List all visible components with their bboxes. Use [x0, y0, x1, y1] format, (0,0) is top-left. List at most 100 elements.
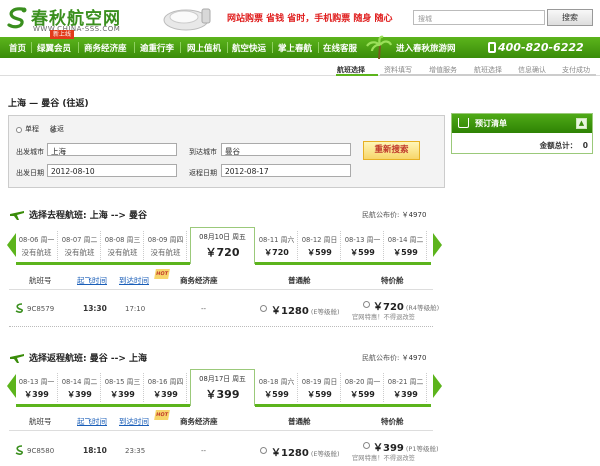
public-fare-value: ￥4970 — [401, 354, 427, 362]
date-option[interactable]: 08-14 周二 ￥599 — [385, 231, 427, 260]
dep-time: 13:30 — [83, 304, 107, 313]
date-option[interactable]: 08-09 周四 没有航班 — [145, 231, 187, 260]
arr-time: 23:35 — [125, 447, 146, 455]
date-label: 08-14 周二 — [387, 236, 424, 244]
total-value: 0 — [582, 141, 588, 150]
logo-icon[interactable] — [6, 6, 28, 30]
next-dates-arrow-icon[interactable] — [433, 374, 442, 398]
row-divider — [9, 326, 433, 327]
date-option[interactable]: 08-13 周一 ￥399 — [16, 373, 58, 402]
date-label: 08-15 周三 — [104, 378, 141, 386]
date-label: 08-08 周三 — [104, 236, 141, 244]
special-radio[interactable] — [363, 301, 370, 308]
palm-tree-icon — [366, 35, 392, 59]
date-strip-line — [16, 404, 190, 407]
special-note: 官网特惠！不得退改签 — [352, 314, 415, 321]
date-option[interactable]: 08-11 周六 ￥720 — [256, 231, 298, 260]
special-radio[interactable] — [363, 442, 370, 449]
economy-price-value: ￥1280 — [271, 306, 309, 317]
plane-icon — [10, 211, 24, 220]
nav-member[interactable]: 绿翼会员 — [37, 42, 71, 54]
depart-city-input[interactable]: 上海 — [47, 143, 177, 156]
research-button[interactable]: 重新搜索 — [363, 141, 420, 160]
special-class: (P1等级舱) — [405, 445, 439, 453]
step-progress-rest — [380, 74, 596, 76]
col-dep-time[interactable]: 起飞时间 — [77, 416, 107, 427]
economy-radio[interactable] — [260, 447, 267, 454]
search-input[interactable]: 搜城 — [413, 10, 545, 25]
nav-online-service[interactable]: 在线客服 — [323, 42, 357, 54]
date-label: 08-14 周二 — [61, 378, 98, 386]
return-date-input[interactable]: 2012-08-17 — [221, 164, 351, 177]
search-button[interactable]: 搜索 — [547, 9, 593, 26]
flight-number: 9C8580 — [27, 447, 55, 455]
next-dates-arrow-icon[interactable] — [433, 233, 442, 257]
date-option-selected[interactable]: 08月10日 周五 ￥720 — [190, 227, 255, 264]
date-strip-line — [255, 262, 431, 265]
date-option[interactable]: 08-16 周四 ￥399 — [145, 373, 187, 402]
special-note: 官网特惠！不得退改签 — [352, 455, 415, 462]
nav-online-checkin[interactable]: 网上值机 — [187, 42, 221, 54]
date-option[interactable]: 08-12 周日 ￥599 — [299, 231, 341, 260]
date-price: 没有航班 — [107, 248, 138, 257]
oneway-radio[interactable] — [16, 126, 22, 133]
date-label: 08-20 周一 — [344, 378, 381, 386]
new-badge: 新上线 — [50, 30, 75, 39]
col-arr-time[interactable]: 到达时间 — [119, 416, 149, 427]
arrive-city-input[interactable]: 曼谷 — [221, 143, 351, 156]
total-label: 金额总计： — [539, 141, 578, 150]
date-option[interactable]: 08-13 周一 ￥599 — [342, 231, 384, 260]
booking-header: 预订清单 ▲ — [452, 114, 592, 133]
booking-total: 金额总计： 0 — [540, 140, 588, 151]
economy-price-value: ￥1280 — [271, 448, 309, 459]
nav-mobile[interactable]: 掌上春航 — [278, 42, 312, 54]
outbound-title: 选择去程航班: 上海 --> 曼谷 — [29, 211, 148, 221]
date-label: 08-16 周四 — [147, 378, 184, 386]
booking-list: 预订清单 ▲ 金额总计： 0 — [451, 113, 593, 154]
col-arr-time[interactable]: 到达时间 — [119, 275, 149, 286]
date-option[interactable]: 08-07 周二 没有航班 — [59, 231, 101, 260]
col-special: 特价舱 — [381, 417, 404, 426]
nav-member-label: 绿翼会员 — [37, 44, 72, 54]
col-dep-time[interactable]: 起飞时间 — [77, 275, 107, 286]
table-divider — [9, 430, 433, 431]
nav-home[interactable]: 首页 — [9, 42, 26, 54]
date-option[interactable]: 08-15 周三 ￥399 — [102, 373, 144, 402]
nav-divider — [134, 42, 135, 53]
date-price: ￥599 — [307, 390, 332, 399]
date-price: ￥599 — [307, 248, 332, 257]
economy-class: (E等级舱) — [310, 450, 340, 458]
economy-radio[interactable] — [260, 305, 267, 312]
date-price: ￥599 — [350, 248, 375, 257]
prev-dates-arrow-icon[interactable] — [7, 233, 16, 257]
date-price: 没有航班 — [21, 248, 52, 257]
nav-business-seat[interactable]: 商务经济座 — [84, 42, 127, 54]
business-price: -- — [201, 305, 207, 313]
mouse-phone-illustration-icon — [163, 8, 211, 31]
economy-price: ￥1280 (E等级舱) — [271, 302, 340, 317]
date-option-selected[interactable]: 08月17日 周五 ￥399 — [190, 369, 255, 406]
airline-logo-icon — [15, 445, 23, 455]
nav-excess-baggage[interactable]: 逾重行李 — [140, 42, 174, 54]
date-option[interactable]: 08-14 周二 ￥399 — [59, 373, 101, 402]
nav-air-express[interactable]: 航空快运 — [232, 42, 266, 54]
date-price: ￥399 — [110, 390, 135, 399]
date-option[interactable]: 08-20 周一 ￥599 — [342, 373, 384, 402]
nav-travel-site[interactable]: 进入春秋旅游网 — [396, 42, 456, 54]
arrive-city-label: 到达城市 — [189, 148, 217, 156]
col-flight-no: 航班号 — [29, 417, 52, 426]
inbound-title: 选择返程航班: 曼谷 --> 上海 — [29, 354, 148, 364]
depart-date-input[interactable]: 2012-08-10 — [47, 164, 177, 177]
date-label: 08-12 周日 — [301, 236, 338, 244]
date-option[interactable]: 08-21 周二 ￥399 — [385, 373, 427, 402]
date-option[interactable]: 08-06 周一 没有航班 — [16, 231, 58, 260]
date-option[interactable]: 08-19 周日 ￥599 — [299, 373, 341, 402]
main-nav: 首页 绿翼会员 新上线 商务经济座 逾重行李 网上值机 航空快运 掌上春航 在线… — [0, 30, 600, 59]
date-option[interactable]: 08-18 周六 ￥599 — [256, 373, 298, 402]
date-label: 08月10日 周五 — [199, 233, 246, 241]
date-price: 没有航班 — [150, 248, 181, 257]
economy-price: ￥1280 (E等级舱) — [271, 444, 340, 459]
collapse-icon[interactable]: ▲ — [576, 118, 587, 129]
date-option[interactable]: 08-08 周三 没有航班 — [102, 231, 144, 260]
prev-dates-arrow-icon[interactable] — [7, 374, 16, 398]
